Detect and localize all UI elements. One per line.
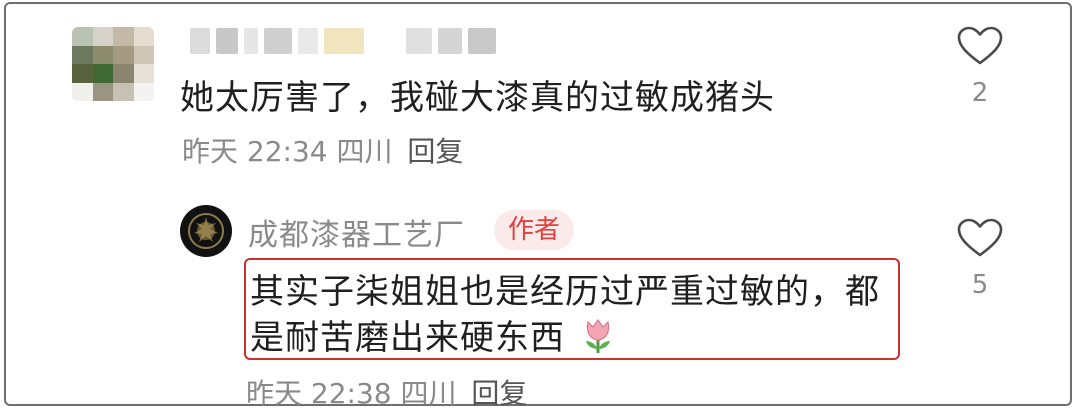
tulip-icon bbox=[585, 318, 610, 353]
reply-text-line-2: 是耐苦磨出来硬东西 bbox=[250, 310, 615, 359]
heart-icon[interactable] bbox=[957, 26, 1003, 66]
author-avatar[interactable] bbox=[180, 205, 232, 257]
author-username[interactable]: 成都漆器工艺厂 bbox=[248, 210, 465, 254]
reply-text-line-1: 其实子柒姐姐也是经历过严重过敏的，都 bbox=[250, 272, 880, 312]
comment-text: 她太厉害了，我碰大漆真的过敏成猪头 bbox=[180, 78, 775, 118]
avatar[interactable] bbox=[72, 27, 154, 101]
logo-icon bbox=[181, 206, 231, 256]
reply-time: 昨天 22:38 bbox=[246, 377, 392, 410]
reply-location: 四川 bbox=[400, 377, 457, 410]
username-blurred[interactable] bbox=[190, 26, 496, 56]
comment-location: 四川 bbox=[336, 135, 393, 168]
reply-meta: 昨天 22:38 四川 回复 bbox=[246, 372, 527, 412]
author-badge: 作者 bbox=[494, 210, 575, 250]
comment-meta: 昨天 22:34 四川 回复 bbox=[182, 130, 463, 170]
reply-text-line-2-content: 是耐苦磨出来硬东西 bbox=[250, 318, 565, 358]
reply-like[interactable]: 5 bbox=[950, 218, 1010, 300]
heart-icon[interactable] bbox=[957, 218, 1003, 258]
reply-button-2[interactable]: 回复 bbox=[471, 377, 527, 410]
like-count: 5 bbox=[971, 270, 989, 300]
like-count: 2 bbox=[971, 78, 989, 108]
comment-like[interactable]: 2 bbox=[950, 26, 1010, 108]
comment-time: 昨天 22:34 bbox=[182, 135, 328, 168]
reply-button[interactable]: 回复 bbox=[407, 135, 463, 168]
